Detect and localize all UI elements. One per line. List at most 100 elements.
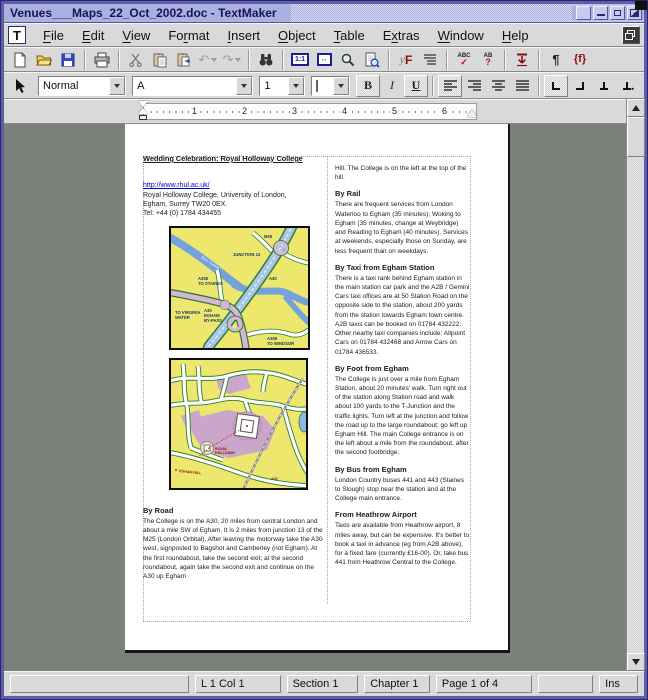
menu-insert[interactable]: Insert [219, 25, 270, 46]
menu-file[interactable]: File [34, 25, 73, 46]
road-junction-map: River Thames [169, 226, 310, 350]
italic-button[interactable]: I [380, 75, 404, 97]
indent-marker-left[interactable] [138, 101, 148, 123]
spell-check-button[interactable]: ABC✓ [452, 49, 476, 71]
show-formatting-button[interactable]: ¶ [544, 49, 568, 71]
align-right-button[interactable] [462, 75, 486, 97]
font-size-dropdown-button[interactable] [288, 77, 304, 95]
paragraph-lines-icon [422, 52, 438, 68]
arrow-up-icon [632, 105, 640, 111]
font-size-combobox[interactable]: 1 [259, 76, 305, 96]
ne-road-label2: TO STAINES [198, 281, 223, 286]
tab-center-button[interactable] [592, 75, 616, 97]
indent-marker-right[interactable] [467, 109, 477, 117]
redo-dropdown-icon[interactable] [235, 58, 241, 62]
redo-button[interactable]: ↷ [220, 49, 244, 71]
section-heading: From Heathrow Airport [335, 510, 470, 519]
minimize-button[interactable] [593, 6, 608, 20]
se-road-label2: TO WINDSOR [267, 341, 294, 346]
menu-help[interactable]: Help [493, 25, 538, 46]
underline-button[interactable]: U [404, 75, 428, 97]
right-column: Hill. The College is on the left at the … [335, 154, 470, 567]
align-justify-button[interactable] [510, 75, 534, 97]
menu-extras[interactable]: Extras [374, 25, 429, 46]
section-heading: By Foot from Egham [335, 364, 470, 373]
cut-button[interactable] [124, 49, 148, 71]
paste-button[interactable] [172, 49, 196, 71]
hyphenation-button[interactable] [510, 49, 534, 71]
scroll-up-button[interactable] [627, 99, 645, 117]
spell-check-auto-button[interactable]: AB? [476, 49, 500, 71]
a30-label: A30 [269, 276, 277, 281]
vertical-scrollbar[interactable] [626, 99, 644, 671]
tab-left-button[interactable] [544, 75, 568, 97]
align-center-button[interactable] [486, 75, 510, 97]
font-dropdown-button[interactable] [236, 77, 252, 95]
printer-icon [94, 52, 110, 68]
status-insert-mode[interactable]: Ins [599, 675, 638, 693]
paragraph-settings-button[interactable] [418, 49, 442, 71]
object-mode-button[interactable] [8, 75, 32, 97]
print-preview-button[interactable] [360, 49, 384, 71]
field-f-glyph: F [405, 53, 412, 67]
section-by-bus: By Bus from Egham London Country buses 4… [335, 465, 470, 504]
document-restore-button[interactable] [622, 26, 640, 44]
menu-table[interactable]: Table [325, 25, 374, 46]
insert-field-button[interactable]: yF [394, 49, 418, 71]
style-dropdown-button[interactable] [109, 77, 125, 95]
shade-button[interactable] [576, 6, 591, 20]
document-system-menu-button[interactable]: T [8, 26, 26, 44]
tab-decimal-button[interactable] [616, 75, 640, 97]
save-floppy-icon [60, 52, 76, 68]
align-justify-icon [515, 79, 530, 92]
menu-format[interactable]: Format [159, 25, 218, 46]
title-bar[interactable]: Venues___Maps_22_Oct_2002.doc - TextMake… [4, 4, 644, 23]
bold-button[interactable]: B [356, 75, 380, 97]
college-link[interactable]: http://www.rhul.ac.uk/ [143, 182, 326, 189]
font-size-value: 1 [260, 80, 288, 92]
chevron-down-icon [241, 84, 247, 88]
font-color-combobox[interactable] [311, 76, 350, 96]
font-combobox[interactable]: A [132, 76, 253, 96]
copy-button[interactable] [148, 49, 172, 71]
menu-object[interactable]: Object [269, 25, 325, 46]
separator [282, 50, 284, 70]
zoom-100-button[interactable]: 1:1 [288, 49, 312, 71]
find-button[interactable] [254, 49, 278, 71]
style-combobox[interactable]: Normal [38, 76, 126, 96]
menu-view[interactable]: View [113, 25, 159, 46]
scrollbar-thumb[interactable] [627, 117, 645, 157]
undo-button[interactable]: ↶ [196, 49, 220, 71]
scroll-down-button[interactable] [627, 653, 645, 671]
maximize-button[interactable] [610, 6, 625, 20]
document-page[interactable]: Wedding Celebration: Royal Holloway Coll… [125, 124, 510, 653]
align-left-button[interactable] [438, 75, 462, 97]
status-bar: L 1 Col 1Section 1Chapter 1Page 1 of 4In… [4, 671, 644, 695]
menu-window[interactable]: Window [429, 25, 493, 46]
open-button[interactable] [32, 49, 56, 71]
new-document-button[interactable] [8, 49, 32, 71]
bypass-label3: BY-PASS [204, 318, 222, 323]
insert-formula-button[interactable]: {f} [568, 49, 592, 71]
undo-dropdown-icon[interactable] [211, 58, 217, 62]
zoom-button[interactable] [336, 49, 360, 71]
window-title: Venues___Maps_22_Oct_2002.doc - TextMake… [4, 4, 291, 22]
print-button[interactable] [90, 49, 114, 71]
ruler-band[interactable]: 123456 [143, 103, 477, 120]
ruler-number: 1 [190, 106, 199, 116]
right-margin-guide [470, 156, 471, 621]
tab-right-icon [574, 80, 586, 92]
undo-icon: ↶ [199, 53, 210, 66]
status-extra [538, 675, 593, 693]
minimize-icon [597, 14, 605, 16]
ruler-number: 2 [240, 106, 249, 116]
save-button[interactable] [56, 49, 80, 71]
font-color-dropdown-button[interactable] [333, 77, 349, 95]
column-divider-guide [327, 156, 328, 604]
menu-edit[interactable]: Edit [73, 25, 113, 46]
tab-right-button[interactable] [568, 75, 592, 97]
fit-width-button[interactable]: ↔ [312, 49, 336, 71]
textmaker-window: Venues___Maps_22_Oct_2002.doc - TextMake… [0, 0, 648, 700]
separator [248, 50, 250, 70]
spell-check-auto-icon: AB? [484, 53, 493, 67]
